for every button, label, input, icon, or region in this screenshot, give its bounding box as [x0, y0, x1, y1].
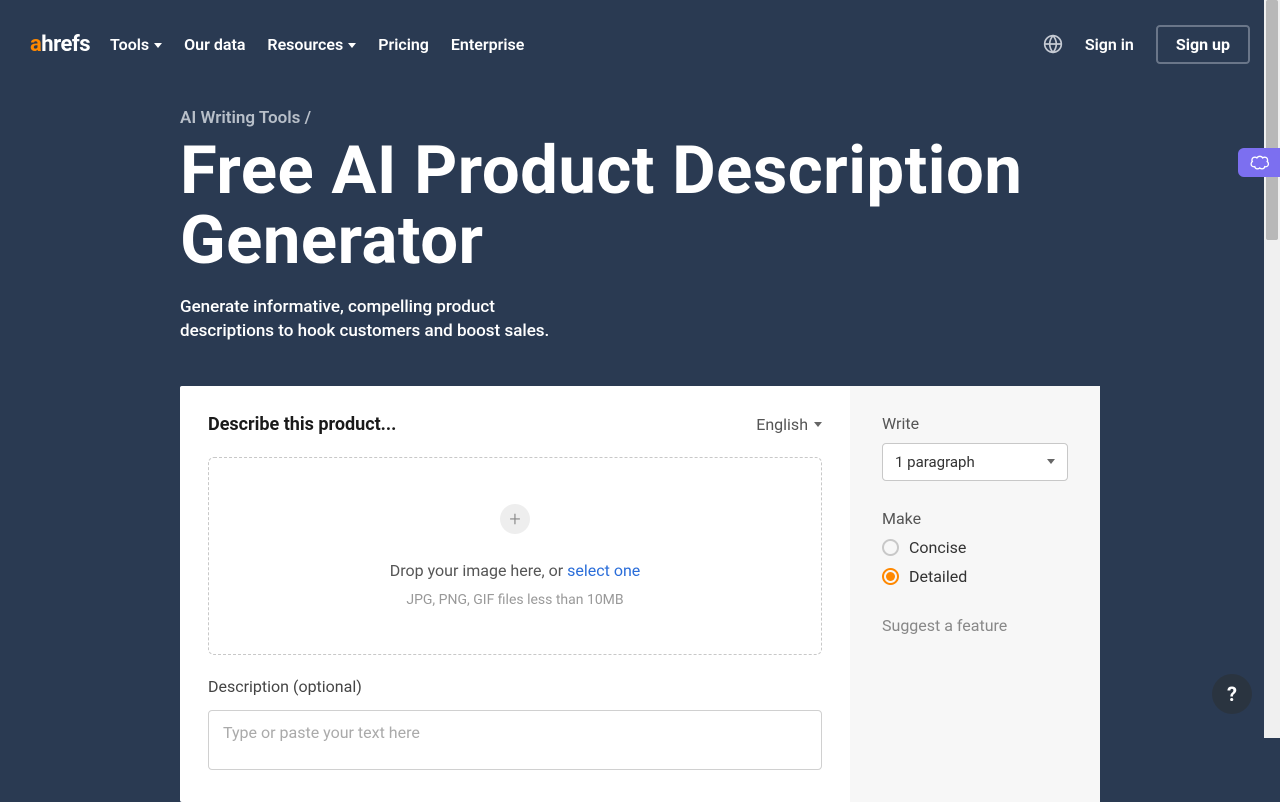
- generator-main: Describe this product... English + Drop …: [180, 386, 850, 802]
- nav-pricing[interactable]: Pricing: [378, 35, 429, 54]
- description-input[interactable]: [208, 710, 822, 770]
- nav-pricing-label: Pricing: [378, 35, 429, 54]
- plus-icon[interactable]: +: [500, 504, 530, 534]
- language-value: English: [756, 415, 808, 434]
- nav-resources-label: Resources: [267, 35, 343, 54]
- write-value: 1 paragraph: [895, 453, 975, 471]
- nav-resources[interactable]: Resources: [267, 35, 356, 54]
- nav-enterprise[interactable]: Enterprise: [451, 35, 524, 54]
- radio-concise[interactable]: Concise: [882, 538, 1068, 557]
- nav-our-data[interactable]: Our data: [184, 35, 245, 54]
- chevron-down-icon: [814, 422, 822, 427]
- select-file-link[interactable]: select one: [567, 561, 640, 580]
- scrollbar[interactable]: [1264, 0, 1280, 738]
- write-select[interactable]: 1 paragraph: [882, 443, 1068, 481]
- header-right: Sign in Sign up: [1043, 25, 1250, 64]
- chevron-down-icon: [1047, 459, 1055, 464]
- nav-tools-label: Tools: [110, 35, 149, 54]
- logo-letter-a: a: [30, 32, 41, 57]
- describe-label: Describe this product...: [208, 414, 396, 435]
- description-label: Description (optional): [208, 677, 822, 696]
- logo-rest: hrefs: [41, 32, 90, 57]
- generator-sidebar: Write 1 paragraph Make Concise Detailed …: [850, 386, 1100, 802]
- header: ahrefs Tools Our data Resources Pricing …: [0, 0, 1280, 88]
- dropzone-text-prefix: Drop your image here, or: [390, 561, 567, 580]
- help-button[interactable]: ?: [1212, 674, 1252, 714]
- breadcrumb[interactable]: AI Writing Tools /: [180, 108, 1100, 128]
- make-label: Make: [882, 509, 1068, 528]
- logo[interactable]: ahrefs: [30, 32, 90, 57]
- suggest-feature-link[interactable]: Suggest a feature: [882, 616, 1068, 635]
- language-select[interactable]: English: [756, 415, 822, 434]
- radio-icon: [882, 568, 899, 585]
- radio-detailed-label: Detailed: [909, 567, 967, 586]
- chevron-down-icon: [154, 43, 162, 48]
- nav-our-data-label: Our data: [184, 35, 245, 54]
- dropzone-text: Drop your image here, or select one: [390, 561, 641, 580]
- write-label: Write: [882, 414, 1068, 433]
- nav-tools[interactable]: Tools: [110, 35, 162, 54]
- globe-icon[interactable]: [1043, 34, 1063, 54]
- radio-inner-icon: [886, 572, 895, 581]
- page-title: Free AI Product Description Generator: [180, 136, 1100, 277]
- chevron-down-icon: [348, 43, 356, 48]
- radio-icon: [882, 539, 899, 556]
- page-subtitle: Generate informative, compelling product…: [180, 295, 580, 344]
- content: AI Writing Tools / Free AI Product Descr…: [0, 108, 1280, 802]
- radio-detailed[interactable]: Detailed: [882, 567, 1068, 586]
- sign-in-link[interactable]: Sign in: [1085, 35, 1134, 54]
- scrollbar-thumb[interactable]: [1266, 0, 1278, 240]
- brain-icon: [1249, 154, 1269, 172]
- sign-up-button[interactable]: Sign up: [1156, 25, 1250, 64]
- dropzone-hint: JPG, PNG, GIF files less than 10MB: [406, 592, 623, 608]
- nav-enterprise-label: Enterprise: [451, 35, 524, 54]
- ai-widget-button[interactable]: [1238, 148, 1280, 177]
- image-dropzone[interactable]: + Drop your image here, or select one JP…: [208, 457, 822, 655]
- generator-header: Describe this product... English: [208, 414, 822, 435]
- main-nav: Tools Our data Resources Pricing Enterpr…: [110, 35, 524, 54]
- header-left: ahrefs Tools Our data Resources Pricing …: [30, 32, 524, 57]
- radio-concise-label: Concise: [909, 538, 966, 557]
- generator-box: Describe this product... English + Drop …: [180, 386, 1100, 802]
